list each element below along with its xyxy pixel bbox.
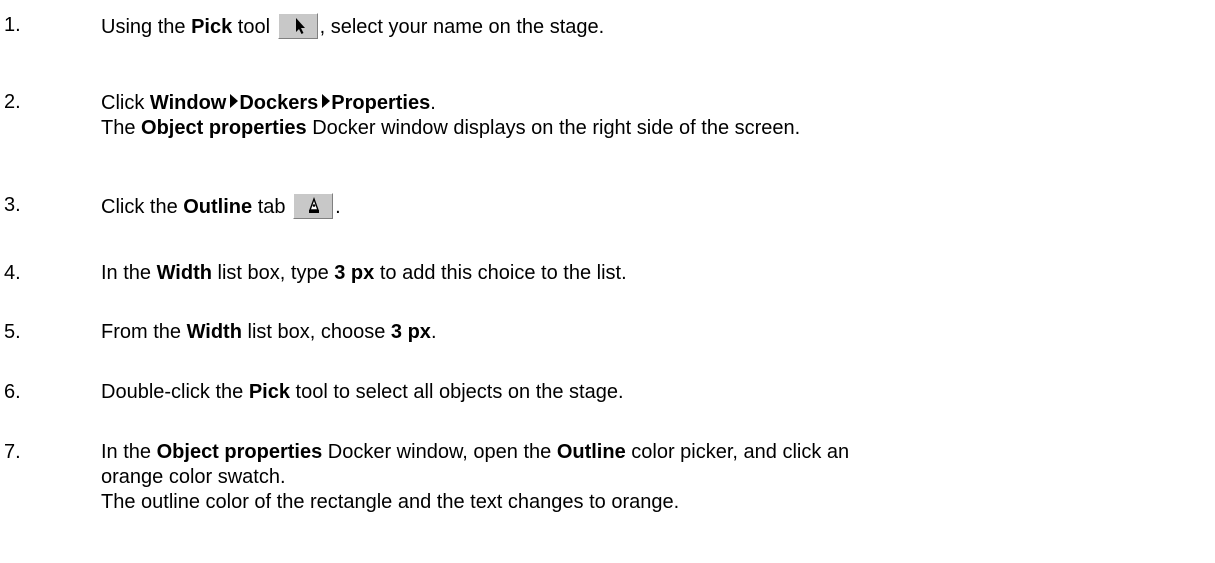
step-text: In the Object properties Docker window, …: [101, 440, 1201, 515]
step-text: Click the Outline tab .: [101, 193, 1201, 220]
step-text-segment: .: [335, 196, 341, 218]
step-number: 7.: [4, 441, 21, 463]
step-number: 6.: [4, 381, 21, 403]
step-number: 4.: [4, 262, 21, 284]
step-text-segment: .: [430, 92, 436, 114]
bold-term: Pick: [248, 381, 290, 403]
bold-term: 3 px: [334, 262, 375, 284]
bold-term: Properties: [331, 92, 431, 114]
step-text-segment: to add this choice to the list.: [374, 262, 627, 284]
pick-arrow-icon: [277, 13, 318, 39]
step-number: 2.: [4, 91, 21, 113]
step-text-segment: , select your name on the stage.: [319, 16, 605, 38]
bold-term: Width: [156, 262, 212, 284]
step-text-segment: list box, type: [211, 262, 335, 284]
step-text-segment: In the: [101, 262, 157, 284]
step-text-segment: Using the: [101, 16, 192, 38]
step-text-line: The outline color of the rectangle and t…: [101, 491, 680, 513]
step-text-segment: tab: [252, 196, 292, 218]
outline-pen-icon: [293, 193, 334, 219]
step-text-segment: Docker window displays on the right side…: [306, 117, 801, 139]
step-text-segment: Double-click the: [101, 381, 249, 403]
bold-term: Width: [186, 321, 242, 343]
menu-arrow-icon: [322, 90, 331, 115]
bold-term: Dockers: [239, 92, 319, 114]
bold-term: Outline: [556, 441, 626, 463]
step-text-segment: Docker window, open the: [322, 441, 557, 463]
step-text: Using the Pick tool , select your name o…: [101, 13, 1201, 40]
step-text-segment: The: [101, 117, 142, 139]
bold-term: Object properties: [141, 117, 307, 139]
step-text-segment: color picker, and click an: [625, 441, 850, 463]
step-text-line: orange color swatch.: [101, 466, 286, 488]
step-text-segment: In the: [101, 441, 157, 463]
menu-arrow-icon: [230, 90, 239, 115]
step-number: 5.: [4, 321, 21, 343]
bold-term: 3 px: [390, 321, 431, 343]
step-text-segment: list box, choose: [241, 321, 391, 343]
step-text-segment: tool to select all objects on the stage.: [290, 381, 624, 403]
step-text: In the Width list box, type 3 px to add …: [101, 261, 1201, 286]
step-text-segment: tool: [232, 16, 276, 38]
step-text-segment: Click: [101, 92, 150, 114]
step-text-segment: From the: [101, 321, 187, 343]
step-number: 3.: [4, 194, 21, 216]
step-number: 1.: [4, 14, 21, 36]
step-text: Double-click the Pick tool to select all…: [101, 380, 1201, 405]
step-text-segment: .: [430, 321, 437, 343]
bold-term: Window: [149, 92, 227, 114]
step-text-segment: Click the: [101, 196, 184, 218]
bold-term: Outline: [183, 196, 253, 218]
bold-term: Object properties: [156, 441, 323, 463]
step-text: Click Window Dockers Properties. The Objec…: [101, 90, 1201, 141]
step-text: From the Width list box, choose 3 px.: [101, 320, 1201, 345]
bold-term: Pick: [191, 16, 233, 38]
